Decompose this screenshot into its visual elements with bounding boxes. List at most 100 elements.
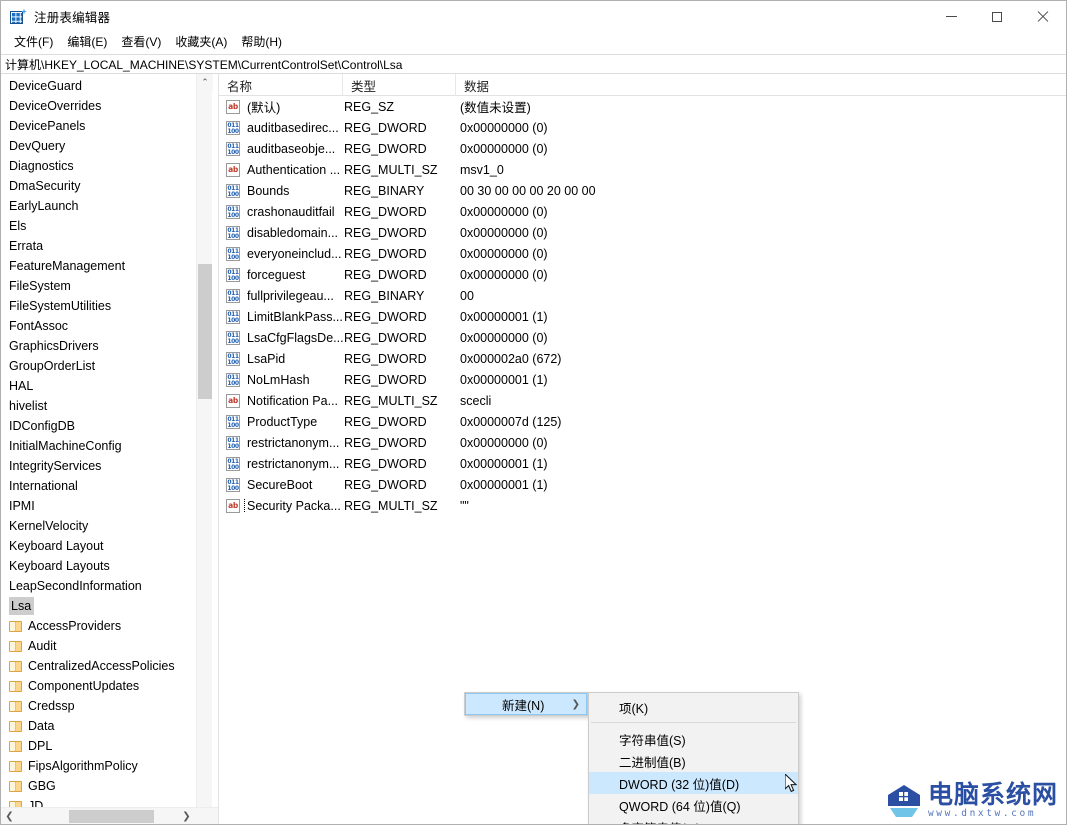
folder-icon [9,760,22,772]
table-row[interactable]: 011 100 auditbasedirec... REG_DWORD 0x000000… [219,117,1066,138]
table-row[interactable]: ab Security Packa... REG_MULTI_SZ "" [219,495,1066,516]
tree-node[interactable]: Lsa [1,596,197,616]
tree-node[interactable]: Errata [1,236,197,256]
close-button[interactable] [1020,1,1066,32]
table-row[interactable]: 011 100 Bounds REG_BINARY 00 30 00 00 00 20 … [219,180,1066,201]
tree-node[interactable]: Keyboard Layouts [1,556,197,576]
tree-node[interactable]: FipsAlgorithmPolicy [1,756,197,776]
table-row[interactable]: 011 100 fullprivilegeau... REG_BINARY 00 [219,285,1066,306]
tree-scroll-thumb[interactable] [198,264,212,399]
binary-value-icon: 011 100 [226,204,240,219]
table-row[interactable]: ab (默认) REG_SZ (数值未设置) [219,96,1066,117]
tree-node[interactable]: ComponentUpdates [1,676,197,696]
table-row[interactable]: ab Notification Pa... REG_MULTI_SZ scecli [219,390,1066,411]
tree-node[interactable]: DeviceGuard [1,76,197,96]
tree-node[interactable]: GraphicsDrivers [1,336,197,356]
column-header-data[interactable]: 数据 [456,74,1066,96]
close-icon [1037,11,1049,23]
tree-node[interactable]: HAL [1,376,197,396]
tree-node[interactable]: Diagnostics [1,156,197,176]
tree-node[interactable]: DevicePanels [1,116,197,136]
string-value-icon: ab [226,162,240,177]
table-row[interactable]: 011 100 crashonauditfail REG_DWORD 0x0000000… [219,201,1066,222]
tree-node[interactable]: Data [1,716,197,736]
tree-node[interactable]: Keyboard Layout [1,536,197,556]
tree-node[interactable]: IPMI [1,496,197,516]
tree-node[interactable]: FontAssoc [1,316,197,336]
context-menu-item[interactable]: 字符串值(S) [589,728,798,750]
tree-node[interactable]: InitialMachineConfig [1,436,197,456]
menu-separator [591,722,796,723]
tree-node[interactable]: AccessProviders [1,616,197,636]
context-menu-item[interactable]: DWORD (32 位)值(D) [589,772,798,794]
menu-help[interactable]: 帮助(H) [234,33,289,53]
tree-horizontal-scrollbar[interactable]: ❮ ❯ [1,807,218,824]
table-row[interactable]: 011 100 LsaCfgFlagsDe... REG_DWORD 0x0000000… [219,327,1066,348]
table-row[interactable]: 011 100 everyoneinclud... REG_DWORD 0x000000… [219,243,1066,264]
minimize-button[interactable] [928,1,974,32]
scroll-right-icon[interactable]: ❯ [178,808,195,824]
menu-favorites[interactable]: 收藏夹(A) [168,33,234,53]
value-name: LimitBlankPass... [247,309,343,324]
list-column-headers: 名称 类型 数据 [219,74,1066,96]
context-menu-item[interactable]: QWORD (64 位)值(Q) [589,794,798,816]
tree-node-label: AccessProviders [28,619,122,633]
maximize-button[interactable] [974,1,1020,32]
table-row[interactable]: 011 100 LsaPid REG_DWORD 0x000002a0 (672) [219,348,1066,369]
context-menu-item[interactable]: 多字符串值(M) [589,816,798,825]
column-header-name[interactable]: 名称 [219,74,343,96]
table-row[interactable]: ab Authentication ... REG_MULTI_SZ msv1_0 [219,159,1066,180]
tree-node[interactable]: FileSystem [1,276,197,296]
tree-node[interactable]: Audit [1,636,197,656]
tree-node[interactable]: Els [1,216,197,236]
tree-node[interactable]: DevQuery [1,136,197,156]
binary-value-icon: 011 100 [226,246,240,261]
tree-node[interactable]: IntegrityServices [1,456,197,476]
tree-node[interactable]: GBG [1,776,197,796]
menu-view[interactable]: 查看(V) [114,33,168,53]
value-name: disabledomain... [247,225,339,240]
tree-node[interactable]: DeviceOverrides [1,96,197,116]
tree-node-label: EarlyLaunch [9,199,79,213]
scroll-up-icon[interactable]: ⌃ [197,74,213,91]
menu-file[interactable]: 文件(F) [7,33,60,53]
context-menu-item[interactable]: 二进制值(B) [589,750,798,772]
tree-node[interactable]: International [1,476,197,496]
registry-tree[interactable]: DeviceGuard DeviceOverrides DevicePanels De… [1,74,197,824]
tree-node[interactable]: GroupOrderList [1,356,197,376]
tree-node-label: GBG [28,779,56,793]
tree-node[interactable]: CentralizedAccessPolicies [1,656,197,676]
tree-hscroll-thumb[interactable] [69,810,154,823]
table-row[interactable]: 011 100 auditbaseobje... REG_DWORD 0x0000000… [219,138,1066,159]
context-menu-item[interactable]: 项(K) [589,696,798,718]
tree-node[interactable]: KernelVelocity [1,516,197,536]
table-row[interactable]: 011 100 restrictanonym... REG_DWORD 0x000000… [219,432,1066,453]
table-row[interactable]: 011 100 forceguest REG_DWORD 0x00000000 (0) [219,264,1066,285]
tree-node[interactable]: FeatureManagement [1,256,197,276]
table-row[interactable]: 011 100 LimitBlankPass... REG_DWORD 0x000000… [219,306,1066,327]
tree-node[interactable]: EarlyLaunch [1,196,197,216]
scroll-left-icon[interactable]: ❮ [1,808,18,824]
cell-type: REG_MULTI_SZ [344,393,438,408]
tree-node-label: KernelVelocity [9,519,89,533]
tree-vertical-scrollbar[interactable]: ⌃ ⌄ [196,74,213,824]
tree-node[interactable]: FileSystemUtilities [1,296,197,316]
column-header-type[interactable]: 类型 [343,74,456,96]
title-bar: 注册表编辑器 [1,1,1066,32]
tree-node[interactable]: DPL [1,736,197,756]
tree-node[interactable]: IDConfigDB [1,416,197,436]
table-row[interactable]: 011 100 disabledomain... REG_DWORD 0x0000000… [219,222,1066,243]
context-menu-item-new[interactable]: 新建(N) ❯ [465,693,587,715]
tree-node[interactable]: hivelist [1,396,197,416]
table-row[interactable]: 011 100 SecureBoot REG_DWORD 0x00000001 (1) [219,474,1066,495]
address-bar[interactable]: 计算机\HKEY_LOCAL_MACHINE\SYSTEM\CurrentCon… [1,54,1066,74]
table-row[interactable]: 011 100 NoLmHash REG_DWORD 0x00000001 (1) [219,369,1066,390]
table-row[interactable]: 011 100 ProductType REG_DWORD 0x0000007d (12… [219,411,1066,432]
menu-edit[interactable]: 编辑(E) [60,33,114,53]
tree-node[interactable]: Credssp [1,696,197,716]
tree-node[interactable]: DmaSecurity [1,176,197,196]
table-row[interactable]: 011 100 restrictanonym... REG_DWORD 0x000000… [219,453,1066,474]
value-name: LsaCfgFlagsDe... [247,330,343,345]
tree-node[interactable]: LeapSecondInformation [1,576,197,596]
string-value-icon: ab [226,99,240,114]
